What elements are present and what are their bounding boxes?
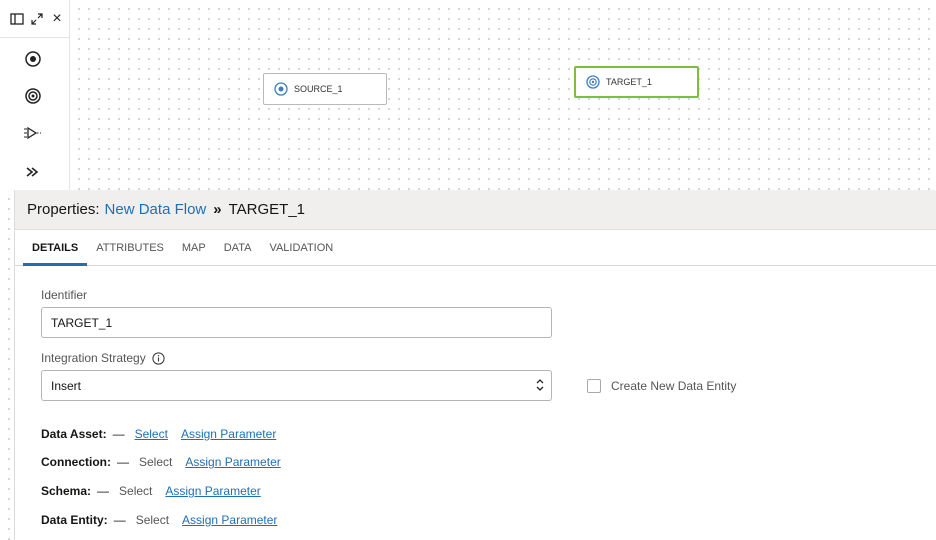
source-node[interactable]: SOURCE_1 xyxy=(263,73,387,105)
assignment-rows: Data Asset: — Select Assign Parameter Co… xyxy=(41,427,921,527)
strategy-select[interactable]: Insert xyxy=(41,370,552,401)
target-node-icon xyxy=(586,75,600,89)
selected-node-name: TARGET_1 xyxy=(228,201,305,218)
data-entity-key: Data Entity: xyxy=(41,513,108,527)
info-icon[interactable] xyxy=(152,351,165,365)
data-asset-assign-parameter-link[interactable]: Assign Parameter xyxy=(181,427,276,441)
schema-row: Schema: — Select Assign Parameter xyxy=(41,484,921,498)
operator-palette: × xyxy=(0,0,70,190)
filter-operator-icon[interactable] xyxy=(21,121,45,145)
properties-header: Properties: New Data Flow » TARGET_1 xyxy=(15,190,936,230)
palette-header: × xyxy=(0,0,69,38)
flow-name-link[interactable]: New Data Flow xyxy=(105,201,207,218)
properties-title: Properties: xyxy=(27,201,100,218)
create-entity-option[interactable]: Create New Data Entity xyxy=(587,379,736,393)
identifier-input[interactable]: TARGET_1 xyxy=(41,307,552,338)
create-entity-checkbox[interactable] xyxy=(587,379,601,393)
connection-row: Connection: — Select Assign Parameter xyxy=(41,455,921,469)
data-entity-assign-parameter-link[interactable]: Assign Parameter xyxy=(182,513,277,527)
data-asset-row: Data Asset: — Select Assign Parameter xyxy=(41,427,921,441)
close-icon[interactable]: × xyxy=(49,10,65,27)
strategy-label: Integration Strategy xyxy=(41,351,146,365)
data-asset-key: Data Asset: xyxy=(41,427,107,441)
data-asset-select-link[interactable]: Select xyxy=(135,427,168,441)
strategy-label-row: Integration Strategy xyxy=(41,351,921,365)
data-flow-canvas[interactable] xyxy=(0,0,936,190)
target-node-label: TARGET_1 xyxy=(606,77,652,87)
connection-key: Connection: xyxy=(41,455,111,469)
tab-details[interactable]: DETAILS xyxy=(23,230,88,266)
tab-attributes[interactable]: ATTRIBUTES xyxy=(87,230,173,265)
properties-panel: Properties: New Data Flow » TARGET_1 DET… xyxy=(14,190,936,540)
data-entity-select: Select xyxy=(135,513,170,527)
schema-assign-parameter-link[interactable]: Assign Parameter xyxy=(165,484,260,498)
canvas-strip xyxy=(0,190,14,540)
connection-dash: — xyxy=(117,455,129,469)
tab-validation[interactable]: VALIDATION xyxy=(260,230,342,265)
connection-assign-parameter-link[interactable]: Assign Parameter xyxy=(185,455,280,469)
strategy-value: Insert xyxy=(51,378,82,393)
connection-select: Select xyxy=(139,455,173,469)
schema-key: Schema: xyxy=(41,484,92,498)
source-node-label: SOURCE_1 xyxy=(294,84,343,94)
select-chevron-icon xyxy=(535,378,545,395)
target-node[interactable]: TARGET_1 xyxy=(574,66,699,98)
target-operator-icon[interactable] xyxy=(21,84,45,108)
data-entity-dash: — xyxy=(113,513,126,527)
properties-tabs: DETAILS ATTRIBUTES MAP DATA VALIDATION xyxy=(15,230,936,266)
source-operator-icon[interactable] xyxy=(21,47,45,71)
tab-data[interactable]: DATA xyxy=(215,230,261,265)
tab-map[interactable]: MAP xyxy=(173,230,215,265)
schema-dash: — xyxy=(97,484,110,498)
expand-icon[interactable] xyxy=(29,11,45,27)
identifier-label: Identifier xyxy=(41,288,88,302)
schema-select: Select xyxy=(119,484,153,498)
panel-toggle-icon[interactable] xyxy=(9,11,25,27)
data-asset-dash: — xyxy=(112,427,125,441)
source-node-icon xyxy=(274,82,288,96)
data-entity-row: Data Entity: — Select Assign Parameter xyxy=(41,513,921,527)
join-arrow-icon[interactable] xyxy=(21,160,45,184)
details-form: Identifier TARGET_1 Integration Strategy… xyxy=(41,288,921,527)
create-entity-label: Create New Data Entity xyxy=(611,379,737,393)
breadcrumb-separator: » xyxy=(213,201,222,218)
